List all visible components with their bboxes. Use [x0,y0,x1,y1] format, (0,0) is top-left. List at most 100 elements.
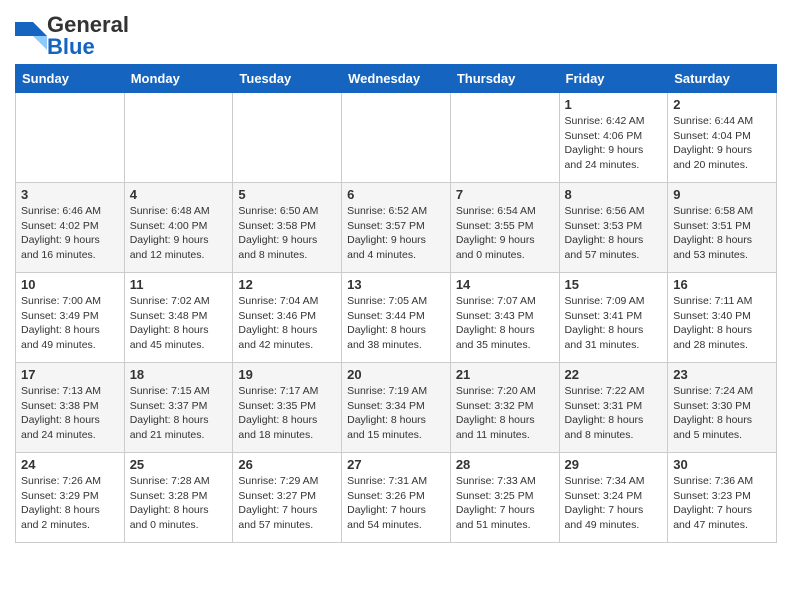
day-info: Sunrise: 7:34 AM Sunset: 3:24 PM Dayligh… [565,474,663,533]
day-number: 24 [21,457,119,472]
day-number: 4 [130,187,228,202]
day-info: Sunrise: 7:22 AM Sunset: 3:31 PM Dayligh… [565,384,663,443]
day-info: Sunrise: 7:13 AM Sunset: 3:38 PM Dayligh… [21,384,119,443]
day-number: 27 [347,457,445,472]
day-info: Sunrise: 6:44 AM Sunset: 4:04 PM Dayligh… [673,114,771,173]
day-number: 19 [238,367,336,382]
calendar-cell: 2 Sunrise: 6:44 AM Sunset: 4:04 PM Daylig… [668,93,777,183]
calendar-cell [124,93,233,183]
header-wednesday: Wednesday [342,65,451,93]
day-info: Sunrise: 6:46 AM Sunset: 4:02 PM Dayligh… [21,204,119,263]
day-number: 11 [130,277,228,292]
calendar-cell: 30 Sunrise: 7:36 AM Sunset: 3:23 PM Dayli… [668,453,777,543]
calendar-cell [233,93,342,183]
logo-icon [15,22,47,50]
day-number: 22 [565,367,663,382]
calendar-cell: 12 Sunrise: 7:04 AM Sunset: 3:46 PM Dayli… [233,273,342,363]
calendar-cell: 8 Sunrise: 6:56 AM Sunset: 3:53 PM Daylig… [559,183,668,273]
day-info: Sunrise: 7:02 AM Sunset: 3:48 PM Dayligh… [130,294,228,353]
calendar-cell: 14 Sunrise: 7:07 AM Sunset: 3:43 PM Dayli… [450,273,559,363]
header-friday: Friday [559,65,668,93]
day-number: 7 [456,187,554,202]
day-number: 17 [21,367,119,382]
day-info: Sunrise: 6:54 AM Sunset: 3:55 PM Dayligh… [456,204,554,263]
calendar-cell: 28 Sunrise: 7:33 AM Sunset: 3:25 PM Dayli… [450,453,559,543]
day-info: Sunrise: 7:28 AM Sunset: 3:28 PM Dayligh… [130,474,228,533]
day-info: Sunrise: 7:29 AM Sunset: 3:27 PM Dayligh… [238,474,336,533]
header-thursday: Thursday [450,65,559,93]
week-row-2: 3 Sunrise: 6:46 AM Sunset: 4:02 PM Daylig… [16,183,777,273]
calendar-cell: 6Sunrise: 6:52 AM Sunset: 3:57 PM Daylig… [342,183,451,273]
week-row-1: 1 Sunrise: 6:42 AM Sunset: 4:06 PM Daylig… [16,93,777,183]
calendar-cell: 25Sunrise: 7:28 AM Sunset: 3:28 PM Dayli… [124,453,233,543]
day-info: Sunrise: 7:07 AM Sunset: 3:43 PM Dayligh… [456,294,554,353]
calendar-cell: 7 Sunrise: 6:54 AM Sunset: 3:55 PM Daylig… [450,183,559,273]
calendar-cell: 18 Sunrise: 7:15 AM Sunset: 3:37 PM Dayli… [124,363,233,453]
calendar-cell: 20 Sunrise: 7:19 AM Sunset: 3:34 PM Dayli… [342,363,451,453]
day-number: 3 [21,187,119,202]
header-sunday: Sunday [16,65,125,93]
day-info: Sunrise: 6:56 AM Sunset: 3:53 PM Dayligh… [565,204,663,263]
day-number: 14 [456,277,554,292]
day-info: Sunrise: 7:11 AM Sunset: 3:40 PM Dayligh… [673,294,771,353]
day-info: Sunrise: 7:24 AM Sunset: 3:30 PM Dayligh… [673,384,771,443]
day-number: 5 [238,187,336,202]
calendar-cell: 19 Sunrise: 7:17 AM Sunset: 3:35 PM Dayli… [233,363,342,453]
calendar-cell: 29 Sunrise: 7:34 AM Sunset: 3:24 PM Dayli… [559,453,668,543]
day-info: Sunrise: 6:42 AM Sunset: 4:06 PM Dayligh… [565,114,663,173]
calendar-cell: 3 Sunrise: 6:46 AM Sunset: 4:02 PM Daylig… [16,183,125,273]
day-info: Sunrise: 7:17 AM Sunset: 3:35 PM Dayligh… [238,384,336,443]
day-number: 8 [565,187,663,202]
day-number: 30 [673,457,771,472]
calendar-cell: 17 Sunrise: 7:13 AM Sunset: 3:38 PM Dayli… [16,363,125,453]
day-number: 10 [21,277,119,292]
day-info: Sunrise: 7:33 AM Sunset: 3:25 PM Dayligh… [456,474,554,533]
calendar-cell: 10 Sunrise: 7:00 AM Sunset: 3:49 PM Dayli… [16,273,125,363]
day-number: 29 [565,457,663,472]
logo-text: General Blue [47,14,129,58]
day-info: Sunrise: 7:04 AM Sunset: 3:46 PM Dayligh… [238,294,336,353]
header: General Blue [15,10,777,58]
calendar-cell: 27 Sunrise: 7:31 AM Sunset: 3:26 PM Dayli… [342,453,451,543]
week-row-3: 10 Sunrise: 7:00 AM Sunset: 3:49 PM Dayli… [16,273,777,363]
day-number: 16 [673,277,771,292]
calendar-cell: 24 Sunrise: 7:26 AM Sunset: 3:29 PM Dayli… [16,453,125,543]
day-number: 26 [238,457,336,472]
day-info: Sunrise: 7:31 AM Sunset: 3:26 PM Dayligh… [347,474,445,533]
day-number: 28 [456,457,554,472]
week-row-4: 17 Sunrise: 7:13 AM Sunset: 3:38 PM Dayli… [16,363,777,453]
calendar-cell [450,93,559,183]
day-info: Sunrise: 7:00 AM Sunset: 3:49 PM Dayligh… [21,294,119,353]
day-number: 12 [238,277,336,292]
calendar-cell [342,93,451,183]
day-info: Sunrise: 7:26 AM Sunset: 3:29 PM Dayligh… [21,474,119,533]
day-info: Sunrise: 7:09 AM Sunset: 3:41 PM Dayligh… [565,294,663,353]
day-number: 13 [347,277,445,292]
day-number: 18 [130,367,228,382]
day-info: Sunrise: 7:36 AM Sunset: 3:23 PM Dayligh… [673,474,771,533]
day-info: Sunrise: 6:48 AM Sunset: 4:00 PM Dayligh… [130,204,228,263]
day-info: Sunrise: 6:50 AM Sunset: 3:58 PM Dayligh… [238,204,336,263]
day-info: Sunrise: 7:15 AM Sunset: 3:37 PM Dayligh… [130,384,228,443]
week-row-5: 24 Sunrise: 7:26 AM Sunset: 3:29 PM Dayli… [16,453,777,543]
calendar-cell: 21Sunrise: 7:20 AM Sunset: 3:32 PM Dayli… [450,363,559,453]
header-monday: Monday [124,65,233,93]
calendar-cell: 22 Sunrise: 7:22 AM Sunset: 3:31 PM Dayli… [559,363,668,453]
day-number: 1 [565,97,663,112]
header-saturday: Saturday [668,65,777,93]
calendar-cell: 26 Sunrise: 7:29 AM Sunset: 3:27 PM Dayli… [233,453,342,543]
calendar-header-row: SundayMondayTuesdayWednesdayThursdayFrid… [16,65,777,93]
logo: General Blue [15,10,129,58]
day-number: 6 [347,187,445,202]
calendar-cell: 23Sunrise: 7:24 AM Sunset: 3:30 PM Dayli… [668,363,777,453]
day-info: Sunrise: 6:58 AM Sunset: 3:51 PM Dayligh… [673,204,771,263]
day-number: 2 [673,97,771,112]
day-info: Sunrise: 7:05 AM Sunset: 3:44 PM Dayligh… [347,294,445,353]
day-info: Sunrise: 7:19 AM Sunset: 3:34 PM Dayligh… [347,384,445,443]
calendar-cell: 11 Sunrise: 7:02 AM Sunset: 3:48 PM Dayli… [124,273,233,363]
day-number: 20 [347,367,445,382]
calendar-cell: 1 Sunrise: 6:42 AM Sunset: 4:06 PM Daylig… [559,93,668,183]
day-number: 9 [673,187,771,202]
calendar-cell: 9 Sunrise: 6:58 AM Sunset: 3:51 PM Daylig… [668,183,777,273]
calendar-cell [16,93,125,183]
